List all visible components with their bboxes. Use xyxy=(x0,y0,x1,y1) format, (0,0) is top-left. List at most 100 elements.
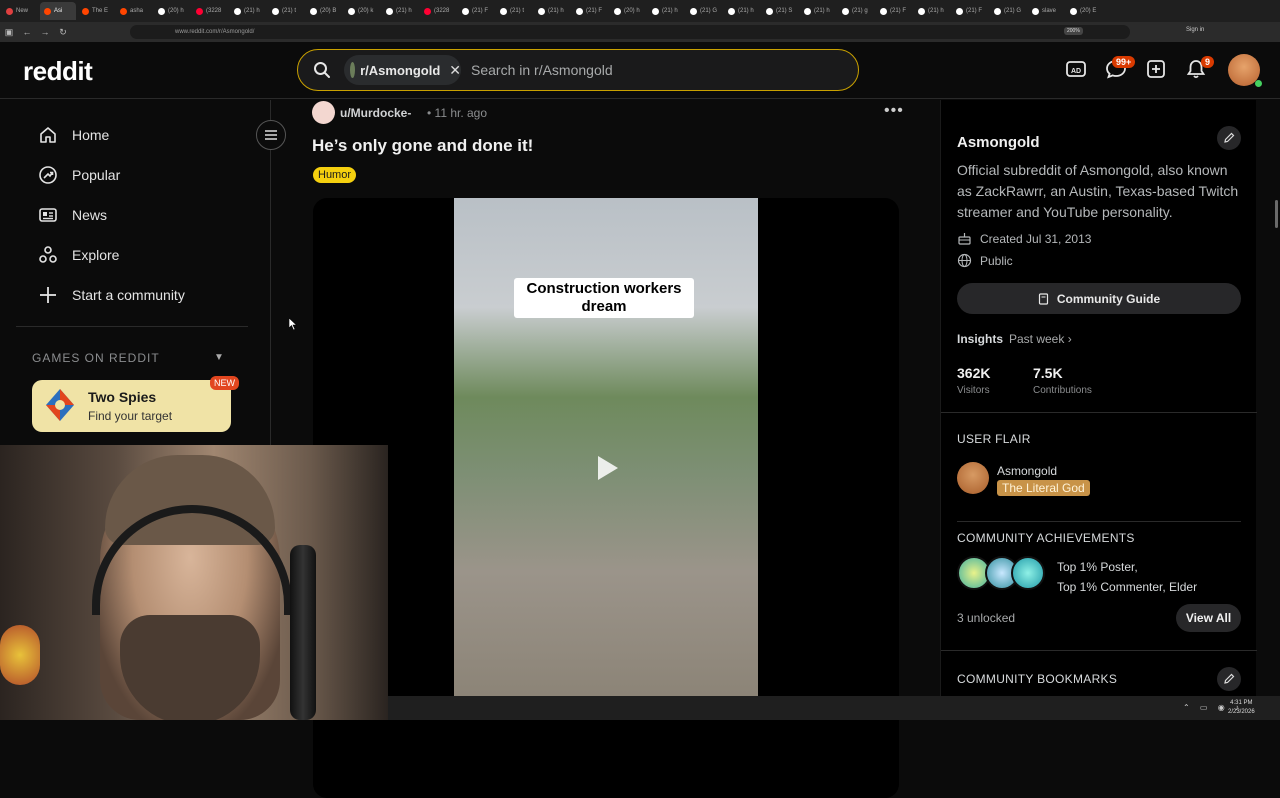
community-guide-button[interactable]: Community Guide xyxy=(957,283,1241,314)
tab-favicon-icon xyxy=(804,7,811,15)
browser-tab[interactable]: (21) h xyxy=(648,2,684,20)
post-title[interactable]: He’s only gone and done it! xyxy=(312,136,533,156)
sign-in-button[interactable]: Sign in xyxy=(1186,27,1204,33)
post-flair[interactable]: Humor xyxy=(313,167,357,183)
browser-tab[interactable]: (20) h xyxy=(610,2,646,20)
insights-period-dropdown[interactable]: Past week › xyxy=(1009,332,1072,346)
game-card-two-spies[interactable]: Two Spies Find your target NEW xyxy=(32,376,239,432)
browser-tab[interactable]: (21) h xyxy=(230,2,266,20)
sidebar-item-home[interactable]: Home xyxy=(38,125,109,145)
sidebar-item-popular[interactable]: Popular xyxy=(38,165,120,185)
tab-favicon-icon xyxy=(1032,7,1039,15)
view-all-button[interactable]: View All xyxy=(1176,604,1241,632)
tab-label: (21) h xyxy=(396,8,412,14)
browser-tab[interactable]: (20) E xyxy=(1066,2,1102,20)
tab-favicon-icon xyxy=(500,7,507,15)
browser-tab[interactable]: (20) h xyxy=(154,2,190,20)
subreddit-avatar xyxy=(350,62,356,78)
game-title: Two Spies xyxy=(88,389,157,405)
tab-label: New xyxy=(16,8,29,14)
browser-tab[interactable]: The E xyxy=(78,2,114,20)
edit-button[interactable] xyxy=(1217,126,1241,150)
tab-favicon-icon xyxy=(994,7,1001,15)
url-field[interactable]: www.reddit.com/r/Asmongold/ xyxy=(130,25,1130,39)
browser-tab[interactable]: (21) t xyxy=(496,2,532,20)
tab-label: (21) t xyxy=(282,8,297,14)
tab-favicon-icon xyxy=(6,7,13,15)
browser-tab[interactable]: (21) F xyxy=(876,2,912,20)
games-heading[interactable]: GAMES ON REDDIT xyxy=(32,351,160,365)
taskbar-clock[interactable]: 4:31 PM 2/23/2026 xyxy=(1228,699,1255,717)
sidebar-item-news[interactable]: News xyxy=(38,205,107,225)
browser-tab[interactable]: (20) B xyxy=(306,2,342,20)
taskbar: ⌃ ▭ ◉ ♪ 4:31 PM 2/23/2026 xyxy=(388,696,1280,720)
more-options-icon[interactable]: ••• xyxy=(884,102,904,120)
browser-tab[interactable]: (21) h xyxy=(914,2,950,20)
browser-tab[interactable]: (3228 xyxy=(192,2,228,20)
browser-tab[interactable]: (21) h xyxy=(724,2,760,20)
browser-tab[interactable]: (21) S xyxy=(762,2,798,20)
sidebar-item-label: Popular xyxy=(72,167,121,183)
search-input[interactable]: Search in r/Asmongold xyxy=(471,62,613,78)
scrollbar-thumb[interactable] xyxy=(1275,200,1278,228)
search-scope-chip[interactable]: r/Asmongold ✕ xyxy=(344,55,461,85)
browser-tab[interactable]: (21) t xyxy=(268,2,304,20)
close-icon[interactable]: ✕ xyxy=(449,62,461,79)
create-post-icon[interactable] xyxy=(1145,58,1167,80)
browser-tab[interactable]: (3228 xyxy=(420,2,456,20)
tab-label: (21) F xyxy=(890,8,907,14)
video-player[interactable]: Construction workers dream xyxy=(454,198,758,696)
browser-tab[interactable]: (21) F xyxy=(572,2,608,20)
page-scrollbar[interactable] xyxy=(1272,100,1280,720)
browser-tab[interactable]: (21) F xyxy=(458,2,494,20)
tab-label: (21) F xyxy=(586,8,603,14)
post-author[interactable]: u/Murdocke- xyxy=(340,106,411,120)
tab-label: (21) h xyxy=(928,8,944,14)
browser-tab[interactable]: Asi xyxy=(40,2,76,20)
tab-favicon-icon xyxy=(310,7,317,15)
tab-favicon-icon xyxy=(576,7,583,15)
browser-tab[interactable]: (20) k xyxy=(344,2,380,20)
achievement-badge-icon[interactable] xyxy=(1011,556,1045,590)
browser-tab[interactable]: (21) h xyxy=(382,2,418,20)
play-icon[interactable] xyxy=(592,453,622,483)
browser-tab[interactable]: (21) G xyxy=(990,2,1026,20)
sidebar-item-label: News xyxy=(72,207,108,223)
browser-tab[interactable]: (21) h xyxy=(800,2,836,20)
community-guide-label: Community Guide xyxy=(1056,291,1161,306)
browser-address-bar: ▣ ← → ↻ www.reddit.com/r/Asmongold/ 200%… xyxy=(0,22,1280,42)
tab-favicon-icon xyxy=(690,7,697,15)
sidebar-item-start-community[interactable]: Start a community xyxy=(38,285,185,305)
forward-icon[interactable]: → xyxy=(36,27,54,37)
globe-icon xyxy=(957,253,972,268)
browser-tab[interactable]: (21) G xyxy=(686,2,722,20)
edit-bookmarks-button[interactable] xyxy=(1217,667,1241,691)
browser-tab[interactable]: (21) h xyxy=(534,2,570,20)
browser-tab[interactable]: slave xyxy=(1028,2,1064,20)
reload-icon[interactable]: ↻ xyxy=(54,27,72,38)
tab-favicon-icon xyxy=(538,7,545,15)
browser-tab[interactable]: New xyxy=(2,2,38,20)
achievements-heading: COMMUNITY ACHIEVEMENTS xyxy=(957,531,1135,545)
game-subtitle: Find your target xyxy=(88,409,173,423)
chevron-down-icon[interactable]: ▼ xyxy=(214,352,224,363)
browser-tab[interactable]: (21) F xyxy=(952,2,988,20)
browser-tab[interactable]: asha xyxy=(116,2,152,20)
reddit-logo[interactable]: reddit xyxy=(23,56,93,87)
tab-label: (20) h xyxy=(624,8,640,14)
back-icon[interactable]: ← xyxy=(18,27,36,37)
insights-label: Insights xyxy=(957,332,1004,346)
game-icon xyxy=(46,389,74,421)
tab-label: (20) B xyxy=(320,8,337,14)
tab-favicon-icon xyxy=(348,7,355,15)
zoom-indicator[interactable]: 200% xyxy=(1064,27,1083,35)
browser-tab[interactable]: (21) g xyxy=(838,2,874,20)
sidebar-item-explore[interactable]: Explore xyxy=(38,245,119,265)
author-avatar[interactable] xyxy=(312,101,335,124)
guide-icon xyxy=(1038,292,1048,305)
advertise-icon[interactable]: AD xyxy=(1065,58,1087,80)
visibility-label: Public xyxy=(980,253,1013,268)
sidebar-toggle-icon[interactable]: ▣ xyxy=(0,27,18,38)
search-bar[interactable]: r/Asmongold ✕ Search in r/Asmongold xyxy=(297,49,859,91)
tab-label: (21) t xyxy=(510,8,525,14)
